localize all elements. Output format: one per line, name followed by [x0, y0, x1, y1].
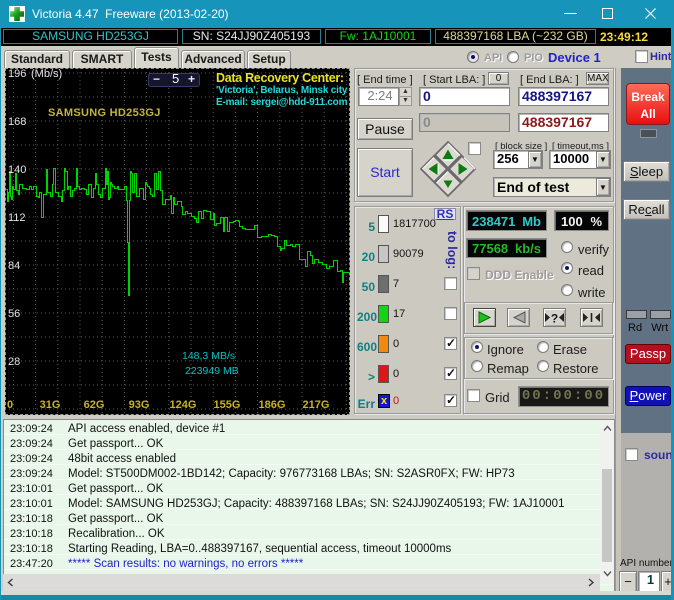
svg-text:196: 196	[8, 68, 26, 80]
svg-text:31G: 31G	[40, 399, 61, 411]
svg-text:0: 0	[7, 399, 13, 411]
svg-text:56: 56	[8, 308, 20, 320]
svg-text:28: 28	[8, 356, 20, 368]
svg-text:155G: 155G	[214, 399, 241, 411]
svg-text:62G: 62G	[84, 399, 105, 411]
svg-text:93G: 93G	[129, 399, 150, 411]
svg-text:84: 84	[8, 260, 20, 272]
svg-text:(Mb/s): (Mb/s)	[31, 68, 62, 80]
svg-text:112: 112	[8, 212, 26, 224]
svg-text:186G: 186G	[259, 399, 286, 411]
svg-text:124G: 124G	[170, 399, 197, 411]
svg-text:?: ?	[551, 312, 558, 325]
svg-text:140: 140	[8, 164, 26, 176]
svg-text:168: 168	[8, 116, 26, 128]
svg-text:217G: 217G	[303, 399, 330, 411]
